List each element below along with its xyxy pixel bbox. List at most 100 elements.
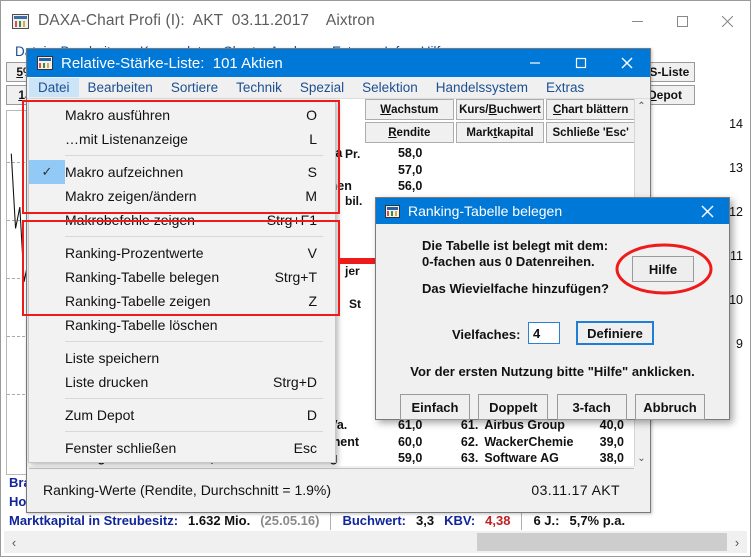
rs-titlebar: Relative-Stärke-Liste: 101 Aktien bbox=[27, 49, 650, 77]
app-title: DAXA-Chart Profi (I): AKT 03.11.2017 Aix… bbox=[38, 12, 375, 30]
col-header-fragment-st: St bbox=[349, 297, 361, 311]
col-header-fragment-bil: bil. bbox=[345, 194, 362, 208]
menu-item-accelerator: V bbox=[308, 245, 335, 261]
app-close-button[interactable] bbox=[705, 1, 750, 41]
dialog-button-row: Einfach Doppelt 3-fach Abbruch bbox=[400, 394, 705, 420]
scroll-thumb[interactable] bbox=[477, 533, 727, 551]
scroll-up-arrow[interactable]: ⌃ bbox=[637, 99, 645, 114]
menu-item-accelerator: Strg+T bbox=[275, 269, 335, 285]
rs-window-controls bbox=[512, 49, 650, 77]
value: 39,0 bbox=[590, 435, 634, 449]
einfach-button[interactable]: Einfach bbox=[400, 394, 470, 420]
value: 59,0 bbox=[388, 451, 432, 465]
menu-item-accelerator: D bbox=[307, 407, 335, 423]
rs-status-text: Ranking-Werte (Rendite, Durchschnitt = 1… bbox=[43, 482, 331, 498]
value: 40,0 bbox=[590, 418, 634, 432]
doppelt-button[interactable]: Doppelt bbox=[478, 394, 548, 420]
menu-item-ranking-prozentwerte[interactable]: Ranking-Prozentwerte V bbox=[29, 241, 335, 265]
y-tick-0: 14 bbox=[701, 117, 743, 161]
value: 56,0 bbox=[388, 179, 432, 193]
scroll-right-arrow[interactable]: › bbox=[727, 535, 747, 550]
menu-item-mit-listenanzeige[interactable]: …mit Listenanzeige L bbox=[29, 127, 335, 151]
dialog-hint: Vor der ersten Nutzung bitte "Hilfe" ank… bbox=[376, 364, 729, 379]
app-chart-icon bbox=[12, 14, 29, 29]
dialog-title: Ranking-Tabelle belegen bbox=[408, 203, 562, 219]
menu-item-makrobefehle-zeigen[interactable]: Makrobefehle zeigen Strg+F1 bbox=[29, 208, 335, 232]
info-buchwert-value: 3,3 bbox=[411, 513, 439, 528]
schliesse-esc-button[interactable]: Schließe 'Esc' bbox=[546, 122, 635, 143]
menu-item-liste-speichern[interactable]: Liste speichern bbox=[29, 346, 335, 370]
menu-item-accelerator: Z bbox=[308, 293, 335, 309]
menu-item-ranking-tabelle-loeschen[interactable]: Ranking-Tabelle löschen bbox=[29, 313, 335, 337]
name: Software AG bbox=[478, 451, 590, 465]
rank: 63. bbox=[448, 451, 478, 465]
list-cell: 63.Software AG38,0 bbox=[432, 451, 634, 465]
menu-item-liste-drucken[interactable]: Liste drucken Strg+D bbox=[29, 370, 335, 394]
menu-item-fenster-schliessen[interactable]: Fenster schließen Esc bbox=[29, 436, 335, 460]
menu-item-zum-depot[interactable]: Zum Depot D bbox=[29, 403, 335, 427]
name: Airbus Group bbox=[478, 418, 590, 432]
menu-item-accelerator: S bbox=[308, 164, 335, 180]
scroll-down-arrow[interactable]: ⌄ bbox=[637, 451, 645, 466]
info-marktkapital-date: (25.05.16) bbox=[255, 513, 324, 528]
menu-item-accelerator: Esc bbox=[294, 440, 335, 456]
rs-menu-datei[interactable]: Datei bbox=[29, 78, 79, 97]
rs-minimize-button[interactable] bbox=[512, 49, 558, 77]
rs-menu-handelssystem[interactable]: Handelssystem bbox=[427, 78, 537, 97]
menu-item-makro-aufzeichnen[interactable]: ✓ Makro aufzeichnen S bbox=[29, 160, 335, 184]
info-kbv-label: KBV: bbox=[439, 513, 480, 528]
menu-item-accelerator: Strg+D bbox=[273, 374, 335, 390]
datei-dropdown-menu[interactable]: Makro ausführen O …mit Listenanzeige L ✓… bbox=[28, 100, 336, 463]
info-6j-label: 6 J.: bbox=[528, 513, 564, 528]
rs-menu-extras[interactable]: Extras bbox=[537, 78, 593, 97]
app-maximize-button[interactable] bbox=[660, 1, 705, 41]
abbruch-button[interactable]: Abbruch bbox=[635, 394, 705, 420]
rs-menu-sortiere[interactable]: Sortiere bbox=[162, 78, 227, 97]
app-titlebar: DAXA-Chart Profi (I): AKT 03.11.2017 Aix… bbox=[1, 1, 750, 41]
rs-close-button[interactable] bbox=[604, 49, 650, 77]
rs-toolbar: Wachstum Kurs/Buchwert Chart blättern Re… bbox=[365, 99, 635, 143]
kurs-buchwert-button[interactable]: Kurs/Buchwert bbox=[456, 99, 545, 120]
rs-menu-bearbeiten[interactable]: Bearbeiten bbox=[79, 78, 162, 97]
marktkapital-button[interactable]: Marktkapital bbox=[456, 122, 545, 143]
list-cell: 61.Airbus Group40,0 bbox=[432, 418, 634, 432]
scroll-left-arrow[interactable]: ‹ bbox=[4, 535, 24, 550]
info-marktkapital-label: Marktkapital in Streubesitz: bbox=[4, 513, 183, 528]
menu-item-ranking-tabelle-belegen[interactable]: Ranking-Tabelle belegen Strg+T bbox=[29, 265, 335, 289]
menu-item-makro-ausfuehren[interactable]: Makro ausführen O bbox=[29, 103, 335, 127]
chart-blaettern-button[interactable]: Chart blättern bbox=[546, 99, 635, 120]
menu-item-label: Ranking-Tabelle belegen bbox=[65, 269, 275, 285]
dialog-chart-icon bbox=[385, 205, 400, 218]
rs-menu-technik[interactable]: Technik bbox=[227, 78, 291, 97]
name: WackerChemie bbox=[478, 435, 590, 449]
rs-menu-spezial[interactable]: Spezial bbox=[291, 78, 353, 97]
menu-separator bbox=[65, 341, 323, 342]
list-cell: 62.WackerChemie39,0 bbox=[432, 435, 634, 449]
info-buchwert-label: Buchwert: bbox=[337, 513, 411, 528]
rs-maximize-button[interactable] bbox=[558, 49, 604, 77]
dialog-message: Die Tabelle ist belegt mit dem: 0-fachen… bbox=[422, 238, 609, 297]
dialog-body: Die Tabelle ist belegt mit dem: 0-fachen… bbox=[376, 224, 729, 419]
wachstum-button[interactable]: Wachstum bbox=[365, 99, 454, 120]
value: 38,0 bbox=[590, 451, 634, 465]
rank: 61. bbox=[448, 418, 478, 432]
menu-item-accelerator: L bbox=[309, 131, 335, 147]
app-minimize-button[interactable] bbox=[615, 1, 660, 41]
menu-item-ranking-tabelle-zeigen[interactable]: Ranking-Tabelle zeigen Z bbox=[29, 289, 335, 313]
menu-separator bbox=[65, 155, 323, 156]
rendite-button[interactable]: Rendite bbox=[365, 122, 454, 143]
info-kbv-value: 4,38 bbox=[480, 513, 515, 528]
menu-item-label: Fenster schließen bbox=[65, 440, 294, 456]
info-marktkapital-value: 1.632 Mio. bbox=[183, 513, 255, 528]
value: 60,0 bbox=[388, 435, 432, 449]
vielfaches-input[interactable]: 4 bbox=[528, 322, 560, 344]
dialog-close-button[interactable] bbox=[685, 198, 729, 224]
menu-item-label: Makro ausführen bbox=[65, 107, 306, 123]
menu-item-makro-zeigen-aendern[interactable]: Makro zeigen/ändern M bbox=[29, 184, 335, 208]
value: 58,0 bbox=[388, 146, 432, 160]
dreifach-button[interactable]: 3-fach bbox=[557, 394, 627, 420]
menu-item-label: Makrobefehle zeigen bbox=[65, 212, 267, 228]
horizontal-scrollbar[interactable]: ‹ › bbox=[4, 531, 747, 553]
rs-menu-selektion[interactable]: Selektion bbox=[353, 78, 427, 97]
definiere-button[interactable]: Definiere bbox=[576, 321, 654, 345]
